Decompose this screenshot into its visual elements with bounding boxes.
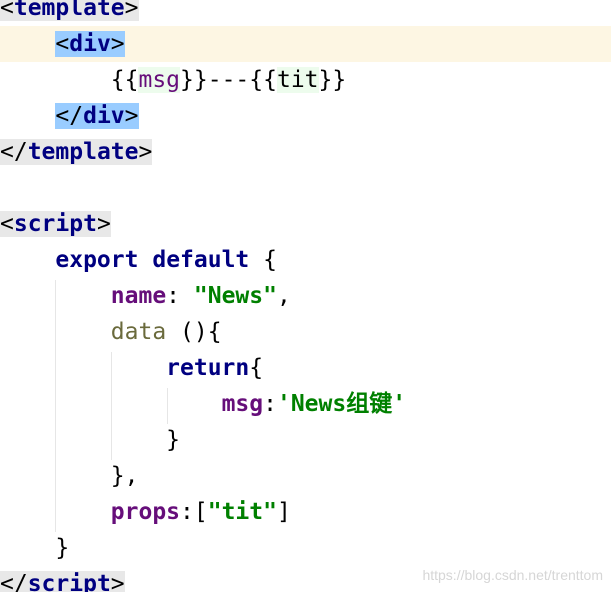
code-editor[interactable]: <template> <div> {{msg}}---{{tit}} </div…: [0, 0, 611, 592]
code-line[interactable]: msg:'News组键': [0, 386, 611, 422]
script-close-tag: </script>: [0, 571, 125, 592]
code-line[interactable]: </div>: [0, 98, 611, 134]
template-close-tag: </template>: [0, 139, 153, 165]
code-line[interactable]: <script>: [0, 206, 611, 242]
code-line-current[interactable]: <div>: [0, 26, 611, 62]
code-line[interactable]: props:["tit"]: [0, 494, 611, 530]
code-line[interactable]: },: [0, 458, 611, 494]
div-open-tag: <div>: [55, 31, 125, 57]
div-close-tag: </div>: [55, 103, 139, 129]
code-line[interactable]: <template>: [0, 0, 611, 26]
watermark: https://blog.csdn.net/trenttom: [422, 567, 603, 583]
code-line[interactable]: }: [0, 422, 611, 458]
code-line[interactable]: return{: [0, 350, 611, 386]
code-line[interactable]: }: [0, 530, 611, 566]
template-open-tag: <template>: [0, 0, 139, 21]
template-variable: tit: [276, 67, 319, 93]
code-line[interactable]: name: "News",: [0, 278, 611, 314]
code-line[interactable]: </template>: [0, 134, 611, 170]
script-open-tag: <script>: [0, 211, 111, 237]
template-variable: msg: [138, 67, 181, 93]
code-line[interactable]: export default {: [0, 242, 611, 278]
code-line[interactable]: {{msg}}---{{tit}}: [0, 62, 611, 98]
code-line[interactable]: data (){: [0, 314, 611, 350]
